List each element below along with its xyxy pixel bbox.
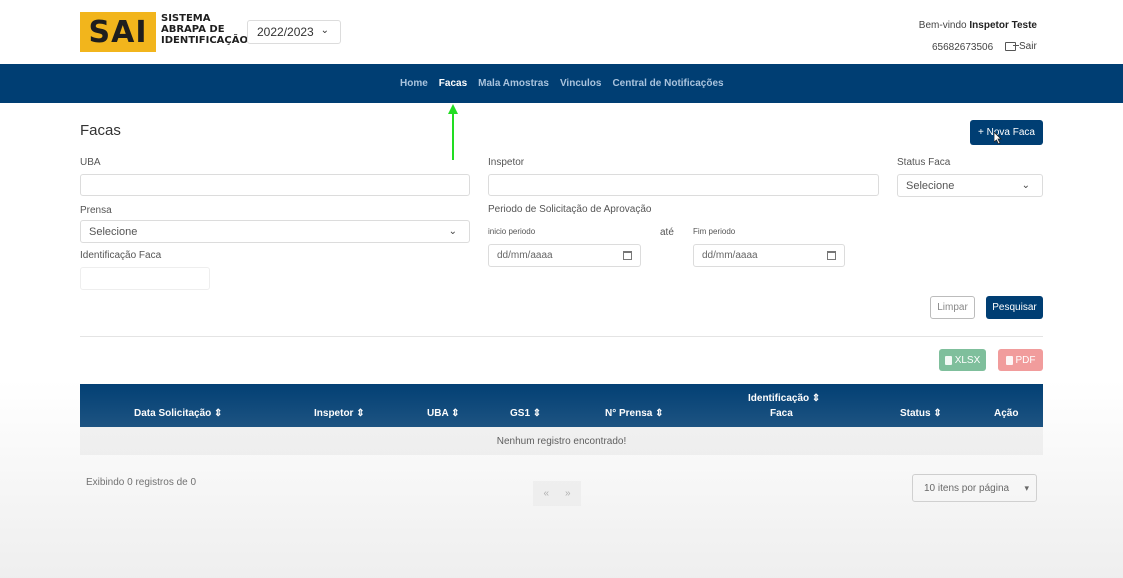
section-divider: [80, 336, 1043, 337]
sai-logo: SAI: [80, 12, 156, 52]
prensa-label: Prensa: [80, 205, 112, 216]
identificacao-faca-label: Identificação Faca: [80, 250, 162, 261]
fim-periodo-input[interactable]: dd/mm/aaaa: [693, 244, 845, 267]
main-navbar: Home Facas Mala Amostras Vinculos Centra…: [0, 64, 1123, 103]
inicio-periodo-input[interactable]: dd/mm/aaaa: [488, 244, 641, 267]
welcome-message: Bem-vindo Inspetor Teste: [919, 20, 1037, 31]
nav-item-vinculos[interactable]: Vinculos: [560, 78, 602, 89]
empty-table-message: Nenhum registro encontrado!: [80, 427, 1043, 455]
prensa-value: Selecione: [89, 225, 138, 238]
chevron-down-icon: ⌄: [320, 25, 329, 36]
app-header: SAI SISTEMA ABRAPA DE IDENTIFICAÇÃO 2022…: [0, 0, 1123, 64]
fim-periodo-placeholder: dd/mm/aaaa: [702, 250, 758, 261]
column-status[interactable]: Status ⇕: [900, 406, 942, 421]
user-id: 65682673506: [932, 42, 994, 53]
uba-label: UBA: [80, 157, 101, 168]
logout-link[interactable]: Sair: [1005, 41, 1037, 52]
export-xlsx-button[interactable]: XLSX: [939, 349, 986, 371]
new-faca-button[interactable]: + Nova Faca: [970, 120, 1043, 145]
nav-item-central-notificacoes[interactable]: Central de Notificações: [612, 78, 723, 89]
logout-icon: [1005, 42, 1019, 51]
calendar-icon[interactable]: [827, 251, 836, 260]
pagination: « »: [533, 481, 581, 506]
logo-subtitle-line: SISTEMA: [161, 13, 211, 24]
mouse-cursor-icon: [994, 132, 1002, 144]
column-inspetor[interactable]: Inspetor ⇕: [314, 406, 365, 421]
column-data-solicitacao[interactable]: Data Solicitação ⇕: [134, 406, 222, 421]
column-n-prensa[interactable]: N° Prensa ⇕: [605, 406, 664, 421]
column-identificacao[interactable]: Identificação ⇕: [748, 391, 820, 406]
logo-subtitle-line: ABRAPA DE: [161, 24, 225, 35]
periodo-label: Periodo de Solicitação de Aprovação: [488, 204, 652, 215]
inspetor-input[interactable]: [488, 174, 879, 196]
uba-input[interactable]: [80, 174, 470, 196]
chevron-down-icon: ⌄: [448, 226, 457, 237]
records-count: Exibindo 0 registros de 0: [86, 477, 197, 488]
search-button[interactable]: Pesquisar: [986, 296, 1043, 319]
nav-item-home[interactable]: Home: [400, 78, 428, 89]
logo-subtitle-line: IDENTIFICAÇÃO: [161, 35, 248, 46]
ate-label: até: [660, 227, 674, 238]
chevron-down-icon: ▾: [1024, 483, 1029, 493]
year-select-value: 2022/2023: [257, 25, 314, 39]
logout-label: Sair: [1019, 41, 1037, 52]
status-faca-value: Selecione: [906, 179, 955, 192]
year-select[interactable]: 2022/2023 ⌄: [247, 20, 341, 44]
nav-item-mala-amostras[interactable]: Mala Amostras: [478, 78, 549, 89]
welcome-prefix: Bem-vindo: [918, 20, 967, 31]
column-gs1[interactable]: GS1 ⇕: [510, 406, 541, 421]
inicio-periodo-label: inicio periodo: [488, 227, 536, 236]
status-faca-select[interactable]: Selecione ⌄: [897, 174, 1043, 197]
calendar-icon[interactable]: [623, 251, 632, 260]
file-excel-icon: [944, 355, 952, 365]
fim-periodo-label: Fim periodo: [693, 227, 736, 236]
table-header: Data Solicitação ⇕ Inspetor ⇕ UBA ⇕ GS1 …: [80, 384, 1043, 427]
logo-subtitle: SISTEMA ABRAPA DE IDENTIFICAÇÃO: [161, 13, 248, 46]
identificacao-faca-input[interactable]: [80, 267, 210, 290]
clear-button[interactable]: Limpar: [930, 296, 975, 319]
chevron-down-icon: ⌄: [1021, 180, 1030, 191]
inicio-periodo-placeholder: dd/mm/aaaa: [497, 250, 553, 261]
export-pdf-button[interactable]: PDF: [998, 349, 1043, 371]
column-acao: Ação: [994, 408, 1019, 419]
file-pdf-icon: [1005, 355, 1013, 365]
logo-text: SAI: [88, 14, 148, 50]
status-faca-label: Status Faca: [897, 157, 951, 168]
column-uba[interactable]: UBA ⇕: [427, 406, 459, 421]
next-page-button[interactable]: »: [565, 488, 571, 499]
nav-item-facas[interactable]: Facas: [439, 78, 467, 89]
items-per-page-select[interactable]: 10 itens por página ▾: [912, 474, 1037, 502]
items-per-page-value: 10 itens por página: [924, 482, 1010, 494]
inspetor-label: Inspetor: [488, 157, 525, 168]
export-xlsx-label: XLSX: [954, 354, 981, 366]
prensa-select[interactable]: Selecione ⌄: [80, 220, 470, 243]
annotation-arrow-line: [452, 112, 454, 160]
column-faca: Faca: [770, 408, 793, 419]
page-title: Facas: [80, 122, 121, 139]
export-pdf-label: PDF: [1015, 354, 1036, 366]
user-name: Inspetor Teste: [969, 20, 1037, 31]
prev-page-button[interactable]: «: [543, 488, 549, 499]
